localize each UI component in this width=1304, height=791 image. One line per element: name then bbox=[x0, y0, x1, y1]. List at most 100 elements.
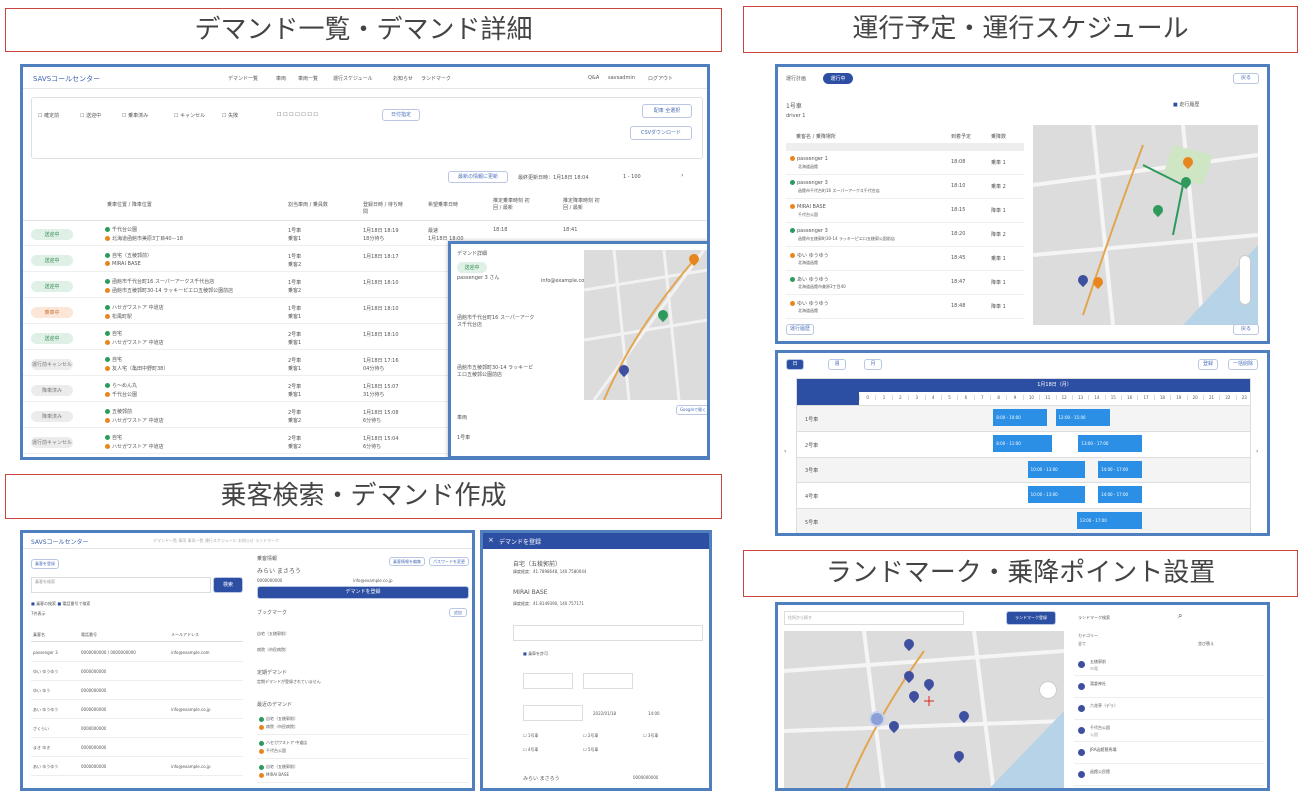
gantt-delete[interactable]: 一括削除 bbox=[1228, 359, 1258, 370]
bookmark-add[interactable]: 追加 bbox=[449, 608, 467, 617]
recent-item[interactable]: ハセガワストア 中道店 千代台公園 bbox=[257, 737, 469, 759]
passenger-row[interactable]: ゆい ゆうゆう 0000000000 bbox=[31, 663, 243, 681]
passenger-nav[interactable]: デマンド一覧 車両 車両一覧 運行スケジュール お知らせ ランドマーク bbox=[153, 538, 279, 544]
schedule-bar[interactable]: 8:00 - 11:00 bbox=[993, 434, 1053, 452]
count-fields[interactable] bbox=[513, 625, 703, 641]
bookmark-1[interactable]: 自宅（五稜郭前） bbox=[257, 631, 289, 637]
passenger-search-button[interactable]: 検索 bbox=[213, 577, 243, 593]
landmark-item[interactable]: 六花亭（デリ） bbox=[1074, 699, 1264, 720]
date-select[interactable] bbox=[523, 705, 583, 721]
passenger-row[interactable]: あい ゆうゆう 0000000000 info@example.co.jp bbox=[31, 758, 243, 776]
landmark-item[interactable]: 千代台公園 公園 bbox=[1074, 721, 1264, 742]
refresh-button[interactable]: 最新の情報に更新 bbox=[448, 171, 508, 183]
schedule-bar[interactable]: 12:00 - 15:00 bbox=[1055, 409, 1110, 426]
nav-schedule[interactable]: 運行スケジュール bbox=[333, 75, 373, 82]
stop-row[interactable]: MIRAI BASE 千代台公園 18:15 降車 1 bbox=[786, 201, 1024, 223]
history-button[interactable]: 運行履歴 bbox=[786, 324, 814, 335]
schedule-back-top[interactable]: 戻る bbox=[1233, 73, 1259, 84]
popup-map[interactable] bbox=[584, 250, 707, 400]
filter-failed[interactable]: ☐ 失敗 bbox=[222, 112, 238, 119]
landmark-cluster[interactable] bbox=[869, 711, 885, 727]
schedule-route-toggle[interactable]: ■ 走行履歴 bbox=[1173, 101, 1199, 108]
edit-passenger-button[interactable]: 乗客情報を編集 bbox=[389, 557, 425, 566]
check-name[interactable]: ■ 乗客の検索 ■ 電話番号で検索 bbox=[31, 601, 90, 607]
select-all-button[interactable]: 配車 全選択 bbox=[642, 104, 692, 118]
create-close-icon[interactable]: × bbox=[488, 536, 494, 544]
create-demand-button[interactable]: デマンドを登録 bbox=[257, 586, 469, 599]
schedule-bar[interactable]: 14:00 - 17:00 bbox=[1098, 486, 1143, 504]
schedule-bar[interactable]: 13:00 - 17:00 bbox=[1078, 434, 1143, 452]
google-button[interactable]: Googleで開く bbox=[676, 405, 707, 415]
landmark-item[interactable]: JRA函館競馬場 bbox=[1074, 743, 1264, 764]
landmark-register-button[interactable]: ランドマーク登録 bbox=[1006, 611, 1056, 625]
stop-row[interactable]: あい ゆうゆう 北海道函館市美原3丁目40 18:47 降車 1 bbox=[786, 273, 1024, 295]
recent-item[interactable]: 自宅（五稜郭前） MIRAI BASE bbox=[257, 761, 469, 783]
sort-label[interactable]: 並び替え bbox=[1198, 641, 1214, 647]
tab-week[interactable]: 週 bbox=[828, 359, 846, 370]
bookmark-2[interactable]: 病院（市民病院） bbox=[257, 647, 289, 653]
car-checkbox[interactable]: ☐ 3号車 bbox=[643, 733, 658, 739]
stop-row[interactable]: passenger 1 北海道函館 18:08 乗車 1 bbox=[786, 153, 1024, 175]
landmark-item[interactable]: 函館公民館 bbox=[1074, 765, 1264, 786]
stop-row[interactable]: ゆい ゆうゆう 北海道函館 18:45 乗車 1 bbox=[786, 249, 1024, 271]
nav-vehicle[interactable]: 車両 bbox=[276, 75, 286, 82]
create-date[interactable]: 2022/01/18 bbox=[593, 711, 616, 716]
map-zoom-control[interactable] bbox=[1239, 255, 1251, 305]
car-checkbox[interactable]: ☐ 1号車 bbox=[523, 733, 538, 739]
filter-boarded[interactable]: ☐ 乗車済み bbox=[122, 112, 148, 119]
filter-confirm[interactable]: ☐ 確定前 bbox=[38, 112, 59, 119]
nav-logout[interactable]: ログアウト bbox=[648, 75, 673, 82]
stop-row[interactable]: ゆい ゆうゆう 北海道函館 18:48 降車 1 bbox=[786, 297, 1024, 319]
filter-transit[interactable]: ☐ 送迎中 bbox=[80, 112, 101, 119]
stop-row[interactable]: passenger 3 函館市五稜郭町30-14 ラッキーピエロ五稜郭公園前店 18… bbox=[786, 225, 1024, 247]
car-checkbox[interactable]: ☐ 5号車 bbox=[583, 747, 598, 753]
passenger-row[interactable]: あい ゆうゆう 0000000000 info@example.co.jp bbox=[31, 701, 243, 719]
schedule-back-bottom[interactable]: 戻る bbox=[1233, 324, 1259, 335]
landmark-search-icon[interactable]: ⌕ bbox=[1178, 611, 1182, 621]
landmark-item[interactable]: 湯倉神社 bbox=[1074, 677, 1264, 698]
landmark-compass[interactable] bbox=[1039, 681, 1057, 699]
car-checkbox[interactable]: ☐ 4号車 bbox=[523, 747, 538, 753]
schedule-map[interactable] bbox=[1033, 125, 1258, 325]
tab-day[interactable]: 日 bbox=[786, 359, 804, 370]
nav-user[interactable]: savsadmin bbox=[608, 75, 635, 81]
gantt-register[interactable]: 登録 bbox=[1198, 359, 1218, 370]
date-button[interactable]: 日付指定 bbox=[382, 109, 420, 121]
tab-month[interactable]: 月 bbox=[864, 359, 882, 370]
schedule-bar[interactable]: 13:00 - 17:00 bbox=[1076, 512, 1143, 530]
next-page-icon[interactable]: › bbox=[681, 172, 683, 179]
create-time[interactable]: 14:00 bbox=[648, 711, 660, 716]
passenger-search-input[interactable]: 乗客を検索 bbox=[31, 577, 211, 593]
schedule-bar[interactable]: 14:00 - 17:00 bbox=[1098, 460, 1143, 478]
landmark-item[interactable]: 五稜郭前 市電 bbox=[1074, 655, 1264, 676]
nav-demand-list[interactable]: デマンド一覧 bbox=[228, 75, 258, 82]
car-checkbox[interactable]: ☐ 2号車 bbox=[583, 733, 598, 739]
nav-qa[interactable]: Q&A bbox=[588, 75, 599, 81]
app-logo[interactable]: SAVSコールセンター bbox=[33, 74, 100, 84]
passenger-app-logo[interactable]: SAVSコールセンター bbox=[31, 537, 89, 546]
stop-row[interactable]: passenger 3 函館市千代台町16 スーパーアークス千代台店 18:10 乗車… bbox=[786, 177, 1024, 199]
landmark-map[interactable] bbox=[784, 631, 1064, 788]
allow-check[interactable]: ■ 乗車を許可 bbox=[523, 651, 548, 657]
passenger-row[interactable]: ゆい ゆう 0000000000 bbox=[31, 682, 243, 700]
option-select-2[interactable] bbox=[583, 673, 633, 689]
register-passenger-button[interactable]: 乗客を登録 bbox=[31, 559, 59, 569]
option-select-1[interactable] bbox=[523, 673, 573, 689]
schedule-bar[interactable]: 10:00 - 13:00 bbox=[1027, 460, 1085, 478]
passenger-row[interactable]: さくらい 0000000000 bbox=[31, 720, 243, 738]
schedule-bar[interactable]: 10:00 - 13:00 bbox=[1027, 486, 1085, 504]
schedule-bar[interactable]: 8:00 - 10:00 bbox=[993, 409, 1048, 426]
nav-notice[interactable]: お知らせ bbox=[393, 75, 413, 82]
gantt-next-icon[interactable]: › bbox=[1256, 448, 1258, 455]
passenger-row[interactable]: passenger 3 0000000000 / 0000000000 info@e… bbox=[31, 644, 243, 662]
nav-vehicle-list[interactable]: 車両一覧 bbox=[298, 75, 318, 82]
gantt-prev-icon[interactable]: ‹ bbox=[784, 448, 786, 455]
filter-cancel[interactable]: ☐ キャンセル bbox=[174, 112, 205, 119]
filter-icons[interactable]: ☐ ☐ ☐ ☐ ☐ ☐ ☐ bbox=[277, 112, 318, 118]
change-password-button[interactable]: パスワードを変更 bbox=[429, 557, 469, 566]
nav-landmark[interactable]: ランドマーク bbox=[421, 75, 451, 82]
category-select[interactable]: 全て bbox=[1078, 641, 1086, 647]
address-search-input[interactable]: 住所から探す bbox=[784, 611, 964, 625]
passenger-row[interactable]: まき ゆき 0000000000 bbox=[31, 739, 243, 757]
csv-button[interactable]: CSVダウンロード bbox=[630, 126, 692, 140]
